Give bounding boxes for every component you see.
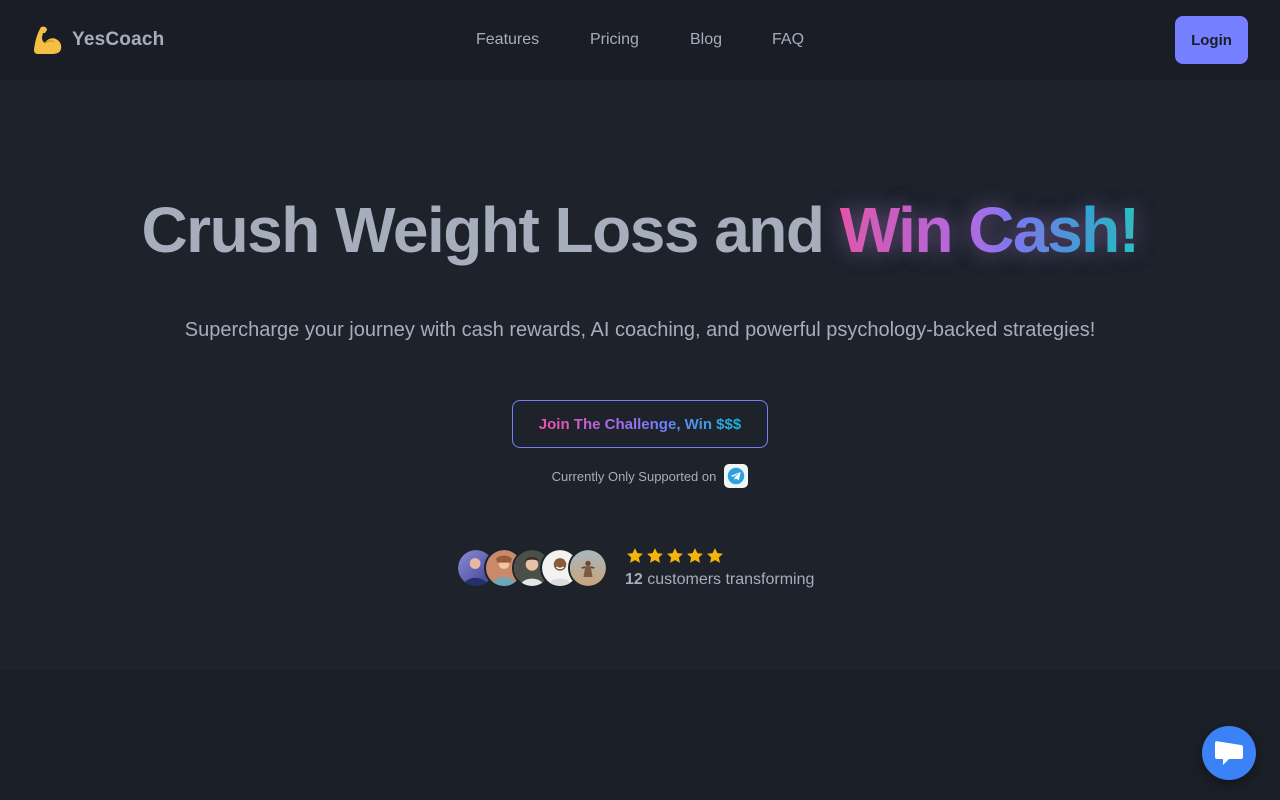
star-icon	[687, 548, 703, 563]
customer-count: 12	[625, 571, 643, 588]
star-icon	[647, 548, 663, 563]
chat-bubble-icon	[1215, 741, 1243, 765]
headline-highlight-text: Win Cash!	[839, 194, 1140, 266]
nav-link-features[interactable]: Features	[476, 30, 590, 50]
join-challenge-label: Join The Challenge, Win $$$	[538, 415, 742, 433]
top-navigation-bar: YesCoach Features Pricing Blog FAQ Login	[0, 0, 1280, 80]
telegram-icon[interactable]	[724, 464, 749, 488]
customer-avatars	[456, 547, 608, 588]
rating-block: 12 customers transforming	[625, 546, 814, 589]
star-icon	[667, 548, 683, 563]
login-button[interactable]: Login	[1175, 16, 1248, 64]
social-proof: 12 customers transforming	[456, 546, 814, 589]
join-challenge-button[interactable]: Join The Challenge, Win $$$	[512, 400, 768, 448]
brand-name: YesCoach	[72, 29, 165, 50]
avatar	[568, 547, 608, 588]
chat-widget-button[interactable]	[1202, 726, 1256, 780]
flexed-biceps-icon	[34, 26, 62, 54]
brand-logo-link[interactable]: YesCoach	[32, 24, 164, 56]
main-nav: Features Pricing Blog FAQ	[476, 30, 812, 50]
platform-support-note: Currently Only Supported on	[0, 464, 1280, 488]
hero-headline: Crush Weight Loss and Win Cash!	[0, 190, 1280, 270]
star-icon	[627, 548, 643, 563]
customer-count-text: 12 customers transforming	[625, 571, 814, 589]
support-text: Currently Only Supported on	[551, 468, 717, 484]
customer-label: customers transforming	[642, 571, 815, 588]
nav-link-blog[interactable]: Blog	[690, 30, 772, 50]
star-rating	[625, 546, 814, 566]
nav-link-faq[interactable]: FAQ	[772, 30, 812, 50]
telegram-glyph	[728, 467, 745, 485]
headline-plain-text: Crush Weight Loss and	[141, 194, 840, 266]
star-icon	[707, 548, 723, 563]
nav-link-pricing[interactable]: Pricing	[590, 30, 690, 50]
hero-subtitle: Supercharge your journey with cash rewar…	[184, 319, 1096, 341]
